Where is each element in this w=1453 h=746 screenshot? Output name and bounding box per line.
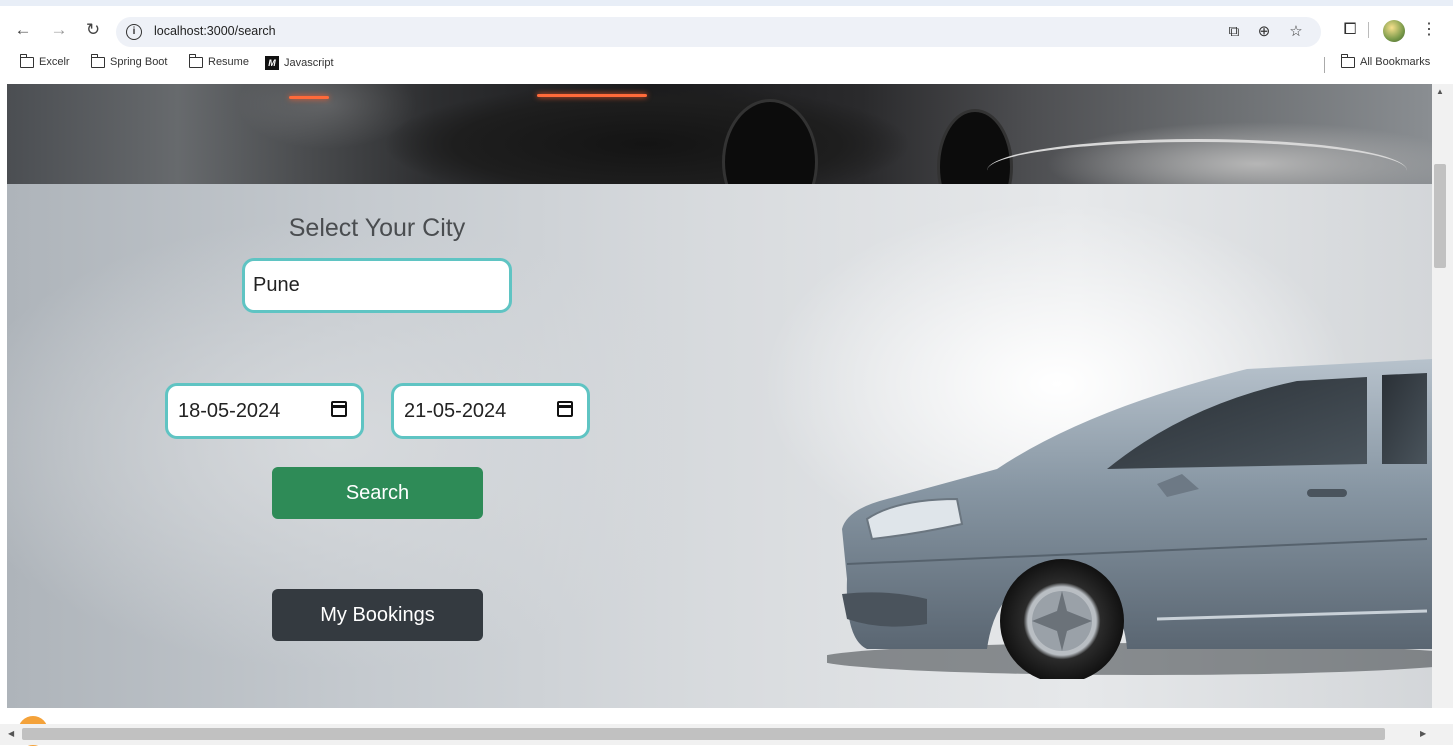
bookmark-spring-boot[interactable]: Spring Boot — [90, 53, 168, 68]
bookmark-label: All Bookmarks — [1360, 56, 1431, 68]
reload-icon[interactable]: ↻ — [82, 19, 104, 41]
url-text: localhost:3000/search — [154, 24, 276, 38]
hero-sports-car-banner — [7, 84, 1432, 225]
extensions-icon[interactable]: ⧠ — [1339, 19, 1361, 41]
folder-icon — [188, 53, 203, 68]
bookmark-excelr[interactable]: Excelr — [19, 53, 70, 68]
horizontal-scrollbar[interactable]: ◀ ▶ — [0, 724, 1453, 745]
site-info-icon[interactable]: i — [126, 24, 142, 40]
bookmark-star-icon[interactable]: ☆ — [1286, 22, 1306, 42]
profile-avatar[interactable] — [1383, 20, 1405, 42]
folder-icon — [19, 53, 34, 68]
javascript-logo-icon: M — [265, 56, 279, 70]
end-date-input[interactable]: 21-05-2024 — [391, 383, 590, 439]
select-city-title: Select Your City — [288, 214, 466, 242]
zoom-icon[interactable]: ⊕ — [1254, 22, 1274, 42]
address-bar[interactable]: i localhost:3000/search ⧉ ⊕ ☆ — [116, 17, 1321, 47]
folder-icon — [90, 53, 105, 68]
scroll-up-icon[interactable]: ▲ — [1436, 87, 1444, 96]
bookmark-label: Javascript — [284, 57, 334, 69]
bookmark-javascript[interactable]: M Javascript — [265, 56, 334, 70]
browser-chrome: ← → ↻ i localhost:3000/search ⧉ ⊕ ☆ ⧠ ⋮ … — [0, 0, 1453, 84]
vertical-scroll-thumb[interactable] — [1434, 164, 1446, 268]
calendar-icon[interactable] — [557, 401, 573, 417]
scroll-right-icon[interactable]: ▶ — [1420, 729, 1426, 738]
page-viewport: Select Your City Pune 18-05-2024 21-05-2… — [7, 84, 1432, 708]
search-section-background: Select Your City Pune 18-05-2024 21-05-2… — [7, 184, 1432, 708]
bookmarks-divider — [1324, 57, 1325, 73]
browser-toolbar: ← → ↻ i localhost:3000/search ⧉ ⊕ ☆ ⧠ ⋮ — [0, 10, 1453, 48]
horizontal-scroll-thumb[interactable] — [22, 728, 1385, 740]
bookmarks-bar: Excelr Spring Boot Resume M Javascript A… — [0, 52, 1453, 78]
tail-light — [537, 94, 647, 97]
silver-car-image — [827, 359, 1432, 679]
tab-strip — [0, 0, 1453, 6]
install-app-icon[interactable]: ⧉ — [1224, 22, 1244, 42]
vertical-scrollbar[interactable]: ▲ — [1432, 84, 1453, 708]
bookmark-label: Resume — [208, 56, 249, 68]
city-input-value: Pune — [253, 274, 300, 296]
tail-light — [289, 96, 329, 99]
page-below-fold — [0, 708, 1432, 724]
bookmark-resume[interactable]: Resume — [188, 53, 249, 68]
folder-icon — [1340, 53, 1355, 68]
bookmark-label: Excelr — [39, 56, 70, 68]
all-bookmarks[interactable]: All Bookmarks — [1340, 53, 1431, 68]
bookmark-label: Spring Boot — [110, 56, 168, 68]
start-date-value: 18-05-2024 — [178, 400, 281, 422]
city-input[interactable]: Pune — [242, 258, 512, 313]
toolbar-divider — [1368, 22, 1369, 38]
end-date-value: 21-05-2024 — [404, 400, 507, 422]
my-bookings-button[interactable]: My Bookings — [272, 589, 483, 641]
forward-icon[interactable]: → — [48, 19, 70, 41]
scroll-left-icon[interactable]: ◀ — [8, 729, 14, 738]
search-button[interactable]: Search — [272, 467, 483, 519]
calendar-icon[interactable] — [331, 401, 347, 417]
menu-dots-icon[interactable]: ⋮ — [1418, 19, 1440, 41]
start-date-input[interactable]: 18-05-2024 — [165, 383, 364, 439]
back-icon[interactable]: ← — [12, 19, 34, 41]
